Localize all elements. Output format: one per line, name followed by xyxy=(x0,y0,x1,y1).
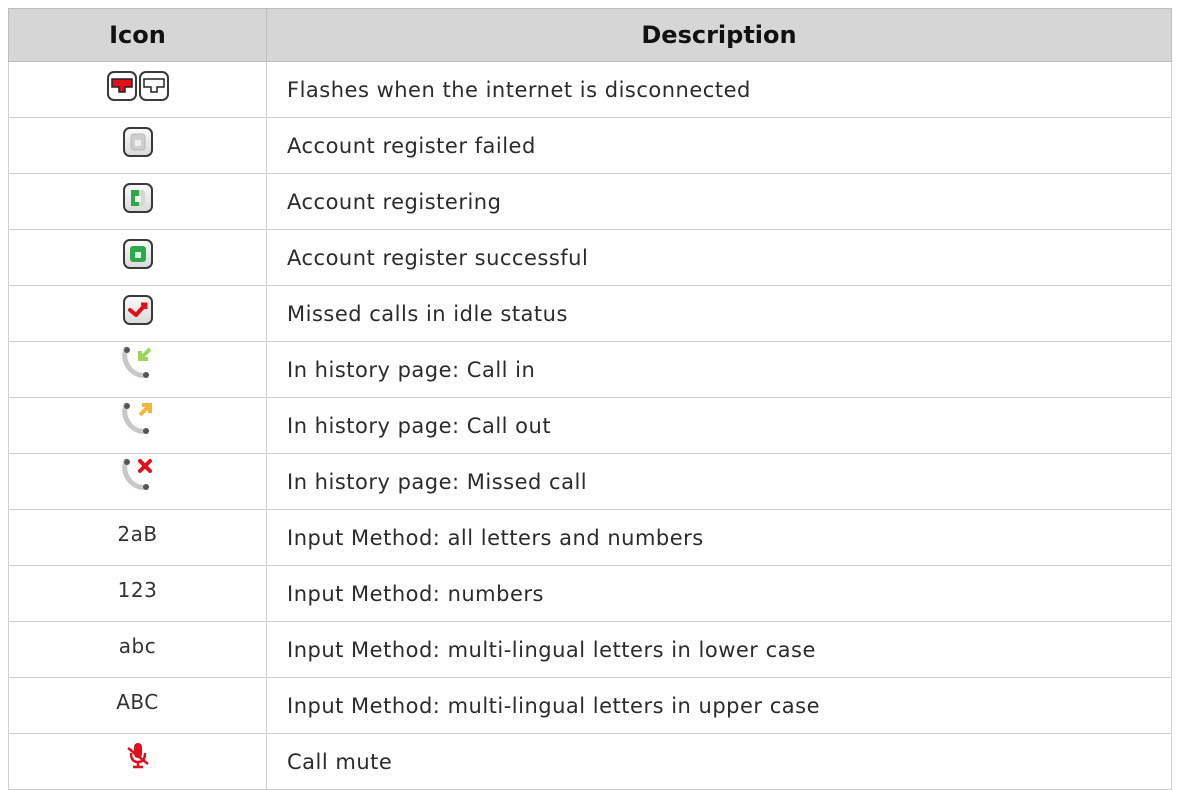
row-description: Missed calls in idle status xyxy=(266,285,1172,342)
header-row: Icon Description xyxy=(8,8,1172,62)
icon-description-table: Icon Description Flashes when the intern… xyxy=(8,8,1172,790)
table-row: Account registering xyxy=(8,173,1172,230)
row-description: In history page: Call out xyxy=(266,397,1172,454)
table-row: abc Input Method: multi-lingual letters … xyxy=(8,621,1172,678)
row-description: Call mute xyxy=(266,733,1172,790)
row-description: In history page: Call in xyxy=(266,341,1172,398)
row-description: Account register successful xyxy=(266,229,1172,286)
table-row: In history page: Missed call xyxy=(8,453,1172,510)
call-out-icon xyxy=(120,401,156,442)
row-description: In history page: Missed call xyxy=(266,453,1172,510)
table-row: Missed calls in idle status xyxy=(8,285,1172,342)
account-register-failed-icon xyxy=(122,126,153,157)
header-icon: Icon xyxy=(8,8,267,62)
input-method-label: ABC xyxy=(116,689,159,714)
account-registering-icon xyxy=(122,182,153,213)
row-description: Input Method: multi-lingual letters in l… xyxy=(266,621,1172,678)
call-in-icon xyxy=(120,345,156,386)
row-description: Account registering xyxy=(266,173,1172,230)
row-description: Input Method: all letters and numbers xyxy=(266,509,1172,566)
row-description: Input Method: numbers xyxy=(266,565,1172,622)
table-row: 2aB Input Method: all letters and number… xyxy=(8,509,1172,566)
table-row: Account register failed xyxy=(8,117,1172,174)
table-row: Flashes when the internet is disconnecte… xyxy=(8,61,1172,118)
row-description: Flashes when the internet is disconnecte… xyxy=(266,61,1172,118)
input-method-label: 2aB xyxy=(117,521,158,546)
input-method-label: abc xyxy=(118,633,157,658)
table-row: ABC Input Method: multi-lingual letters … xyxy=(8,677,1172,734)
table-row: In history page: Call in xyxy=(8,341,1172,398)
table-row: 123 Input Method: numbers xyxy=(8,565,1172,622)
row-description: Account register failed xyxy=(266,117,1172,174)
table-row: In history page: Call out xyxy=(8,397,1172,454)
table-row: Call mute xyxy=(8,733,1172,790)
account-register-successful-icon xyxy=(122,238,153,269)
missed-call-icon xyxy=(120,457,156,498)
table-row: Account register successful xyxy=(8,229,1172,286)
input-method-label: 123 xyxy=(117,577,158,602)
header-description: Description xyxy=(266,8,1172,62)
network-disconnected-icon xyxy=(106,70,169,101)
call-mute-icon xyxy=(123,740,153,775)
row-description: Input Method: multi-lingual letters in u… xyxy=(266,677,1172,734)
missed-calls-idle-icon xyxy=(122,294,153,325)
